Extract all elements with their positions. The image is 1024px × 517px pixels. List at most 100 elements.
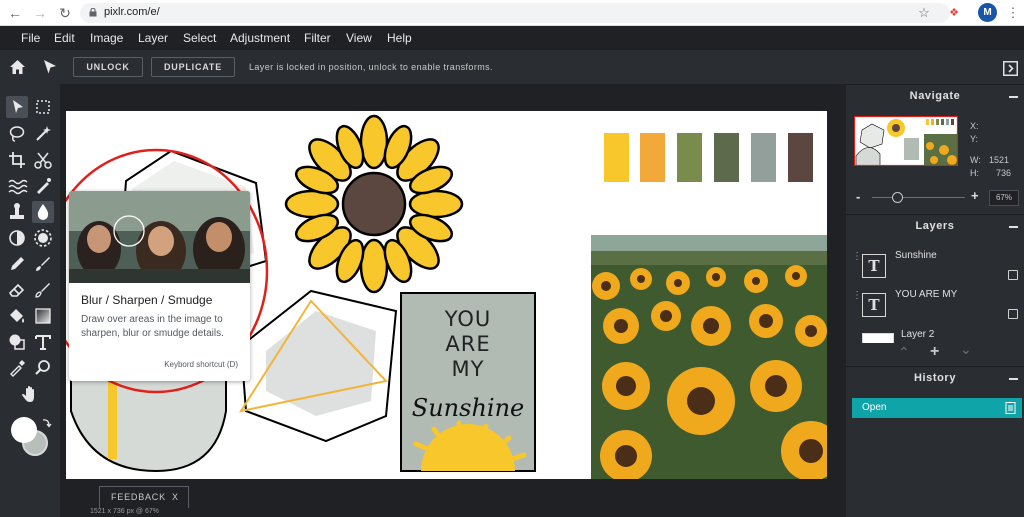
fill-tool[interactable] bbox=[6, 305, 28, 327]
menu-edit[interactable]: Edit bbox=[54, 31, 75, 45]
replace-color-tool[interactable] bbox=[32, 279, 54, 301]
liquify-waves-icon bbox=[8, 179, 28, 195]
move-layer-up-icon[interactable]: ⌃ bbox=[898, 344, 910, 361]
forward-arrow-icon[interactable]: → bbox=[31, 4, 49, 22]
lasso-tool[interactable] bbox=[6, 123, 28, 145]
navigator-thumbnail[interactable] bbox=[854, 116, 958, 166]
menu-bar: File Edit Image Layer Select Adjustment … bbox=[0, 26, 1024, 50]
unlock-button[interactable]: UNLOCK bbox=[73, 57, 143, 77]
swap-colors-icon[interactable] bbox=[40, 417, 52, 429]
document-status: 1521 x 736 px @ 67% bbox=[90, 508, 159, 515]
pencil-icon bbox=[11, 257, 24, 270]
marquee-tool[interactable] bbox=[32, 96, 54, 118]
magic-wand-tool[interactable] bbox=[32, 123, 54, 145]
move-layer-down-icon[interactable]: ⌄ bbox=[960, 341, 972, 358]
hand-tool[interactable] bbox=[19, 383, 41, 405]
tool-options-bar: UNLOCK DUPLICATE Layer is locked in posi… bbox=[0, 50, 1024, 84]
home-icon[interactable] bbox=[9, 59, 26, 75]
liquify-tool[interactable] bbox=[6, 175, 28, 197]
heal-tool[interactable] bbox=[32, 175, 54, 197]
layer-visibility-checkbox[interactable] bbox=[1008, 270, 1018, 280]
back-arrow-icon[interactable]: ← bbox=[6, 4, 24, 22]
address-bar[interactable]: pixlr.com/e/ bbox=[80, 3, 950, 23]
drag-handle-icon[interactable]: ⋮ bbox=[852, 252, 862, 262]
arrange-tool-icon[interactable] bbox=[43, 59, 57, 75]
pencil-tool[interactable] bbox=[6, 253, 28, 275]
arrange-tool[interactable] bbox=[6, 96, 28, 118]
magic-wand-icon bbox=[36, 126, 51, 141]
avatar[interactable]: M bbox=[978, 3, 997, 22]
clone-tool[interactable] bbox=[6, 201, 28, 223]
feedback-button[interactable]: FEEDBACK X bbox=[99, 486, 189, 508]
nav-w-value: 1521 bbox=[989, 155, 1010, 165]
menu-adjustment[interactable]: Adjustment bbox=[230, 31, 290, 45]
menu-file[interactable]: File bbox=[21, 31, 40, 45]
marquee-select-icon bbox=[36, 100, 50, 114]
nav-y-label: Y: bbox=[970, 134, 979, 144]
eraser-icon bbox=[8, 283, 25, 297]
menu-image[interactable]: Image bbox=[90, 31, 123, 45]
menu-help[interactable]: Help bbox=[387, 31, 412, 45]
hand-icon bbox=[22, 386, 34, 402]
layer-visibility-checkbox[interactable] bbox=[1008, 309, 1018, 319]
eraser-tool[interactable] bbox=[6, 279, 28, 301]
cutout-tool[interactable] bbox=[32, 149, 54, 171]
shape-icon bbox=[9, 334, 25, 350]
brush-tool[interactable] bbox=[32, 253, 54, 275]
zoom-out-button[interactable]: - bbox=[856, 189, 860, 204]
crop-tool[interactable] bbox=[6, 149, 28, 171]
zoom-slider-track[interactable] bbox=[872, 197, 965, 198]
color-replace-brush-icon bbox=[35, 283, 50, 298]
menu-layer[interactable]: Layer bbox=[138, 31, 168, 45]
pointer-icon bbox=[13, 100, 23, 113]
zoom-input[interactable]: 67% bbox=[989, 190, 1019, 206]
gradient-tool[interactable] bbox=[32, 305, 54, 327]
foreground-color-swatch[interactable] bbox=[11, 417, 37, 443]
layer-actions: ⌃ + ⌄ bbox=[846, 341, 1024, 363]
zoom-tool[interactable] bbox=[32, 357, 54, 379]
minimize-icon[interactable] bbox=[1009, 226, 1018, 228]
shape-tool[interactable] bbox=[6, 331, 28, 353]
layer-item-sunshine[interactable]: ⋮ T Sunshine bbox=[852, 250, 1020, 286]
nav-x-label: X: bbox=[970, 121, 979, 131]
layers-title: Layers bbox=[915, 220, 955, 232]
document-icon bbox=[1005, 402, 1016, 414]
text-layer-thumb: T bbox=[862, 293, 886, 317]
collapse-panel-icon[interactable] bbox=[1003, 61, 1018, 76]
navigate-header[interactable]: Navigate bbox=[846, 84, 1024, 108]
text-layer-thumb: T bbox=[862, 254, 886, 278]
color-picker-tool[interactable] bbox=[6, 357, 28, 379]
zoom-in-button[interactable]: + bbox=[971, 188, 979, 203]
sponge-tool[interactable] bbox=[32, 227, 54, 249]
history-header[interactable]: History bbox=[846, 366, 1024, 390]
menu-view[interactable]: View bbox=[346, 31, 372, 45]
text-tool[interactable] bbox=[32, 331, 54, 353]
browser-menu-icon[interactable]: ⋮ bbox=[1004, 4, 1022, 22]
minimize-icon[interactable] bbox=[1009, 96, 1018, 98]
layers-header[interactable]: Layers bbox=[846, 214, 1024, 238]
tool-tooltip: Blur / Sharpen / Smudge Draw over areas … bbox=[69, 191, 250, 381]
tooltip-description: Draw over areas in the image to sharpen,… bbox=[81, 314, 224, 339]
dodge-burn-tool[interactable] bbox=[6, 227, 28, 249]
url-text: pixlr.com/e/ bbox=[104, 6, 160, 18]
layer-item-you-are-my[interactable]: ⋮ T YOU ARE MY bbox=[852, 289, 1020, 325]
duplicate-button[interactable]: DUPLICATE bbox=[151, 57, 235, 77]
reload-icon[interactable]: ↻ bbox=[56, 4, 74, 22]
zoom-slider-handle[interactable] bbox=[892, 192, 903, 203]
feedback-close-icon[interactable]: X bbox=[172, 487, 179, 507]
blur-sharpen-smudge-tool[interactable] bbox=[32, 201, 54, 223]
bookmark-star-icon[interactable]: ☆ bbox=[915, 4, 933, 22]
layer-item-layer-2[interactable]: Layer 2 bbox=[852, 329, 1020, 343]
extension-icon[interactable]: ❖ bbox=[945, 4, 963, 22]
drag-handle-icon[interactable]: ⋮ bbox=[852, 291, 862, 301]
sponge-gear-icon bbox=[34, 229, 52, 247]
tooltip-title: Blur / Sharpen / Smudge bbox=[81, 293, 213, 307]
scissors-icon bbox=[34, 152, 52, 169]
add-layer-icon[interactable]: + bbox=[930, 343, 939, 361]
menu-filter[interactable]: Filter bbox=[304, 31, 331, 45]
nav-h-value: 736 bbox=[996, 168, 1012, 178]
history-item-open[interactable]: Open bbox=[852, 398, 1022, 418]
menu-select[interactable]: Select bbox=[183, 31, 216, 45]
paint-bucket-icon bbox=[10, 309, 24, 323]
minimize-icon[interactable] bbox=[1009, 378, 1018, 380]
